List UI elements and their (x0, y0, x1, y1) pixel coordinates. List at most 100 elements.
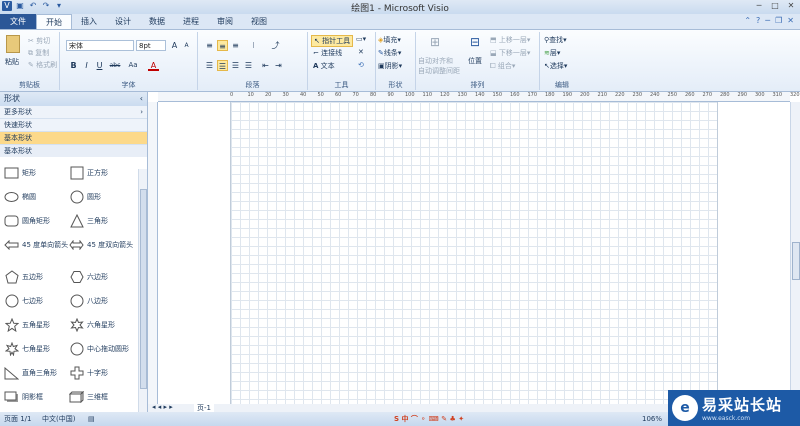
shapes-scrollbar[interactable] (138, 169, 147, 412)
align-left-icon[interactable]: ☰ (204, 60, 215, 71)
stencil-shape-item[interactable]: 圆角矩形 (4, 209, 69, 233)
find-button[interactable]: ⚲查找▾ (544, 35, 567, 45)
stencil-shape-item[interactable]: 矩形 (4, 161, 69, 185)
bold-button[interactable]: B (68, 60, 79, 71)
tab-process[interactable]: 进程 (174, 14, 208, 29)
select-button[interactable]: ↖选择▾ (544, 61, 567, 71)
stencil-shape-item[interactable]: 八边形 (69, 289, 134, 313)
align-center-icon[interactable]: ☰ (217, 60, 228, 71)
tab-review[interactable]: 审阅 (208, 14, 242, 29)
basic-shapes-row[interactable]: 基本形状 (0, 132, 147, 145)
stencil-shape-item[interactable]: 三维框 (69, 385, 134, 409)
square-icon (69, 166, 84, 180)
decrease-indent-icon[interactable]: ⇤ (260, 60, 271, 71)
font-group: 宋体 8pt A A B I U abc Aa A 字体 (60, 32, 198, 90)
bullets-icon[interactable]: ⁝ (248, 40, 259, 51)
bring-forward-button[interactable]: ⬒ 上移一层▾ (490, 35, 530, 45)
stencil-shape-item[interactable]: 五角星形 (4, 313, 69, 337)
text-tool-button[interactable]: A 文本 (313, 61, 335, 71)
stencil-shape-item[interactable]: 七边形 (4, 289, 69, 313)
stencil-shape-item[interactable]: 三角形 (69, 209, 134, 233)
paste-icon[interactable] (6, 35, 20, 53)
fill-button[interactable]: ◈填充▾ (378, 35, 401, 45)
strikethrough-button[interactable]: abc (107, 60, 123, 71)
format-painter-button[interactable]: ✎ 格式刷 (28, 60, 57, 70)
quick-shapes-row[interactable]: 快速形状 (0, 119, 147, 132)
line-button[interactable]: ✎线条▾ (378, 48, 401, 58)
ime-icon[interactable]: S 中 ⌒ ⚬ ⌨ ✎ ♣ ✦ (394, 412, 464, 426)
ruler-tick-label: 130 (457, 92, 468, 98)
pointer-tool-button[interactable]: ↖ 指针工具 (311, 35, 354, 47)
tab-design[interactable]: 设计 (106, 14, 140, 29)
macro-icon[interactable]: ▤ (88, 412, 95, 426)
tab-data[interactable]: 数据 (140, 14, 174, 29)
drawing-page[interactable] (230, 102, 718, 404)
stencil-shape-item[interactable]: 直角三角形 (4, 361, 69, 385)
collapse-pane-icon[interactable]: ‹ (140, 92, 143, 106)
stencil-shape-item[interactable]: 正方形 (69, 161, 134, 185)
stencil-shape-item[interactable]: 45 度双向箭头 (69, 233, 134, 257)
shrink-font-button[interactable]: A (181, 40, 192, 51)
tab-view[interactable]: 视图 (242, 14, 276, 29)
position-button[interactable]: 位置 (468, 56, 482, 66)
stencil-shape-item[interactable]: 六角星形 (69, 313, 134, 337)
grow-font-button[interactable]: A (169, 40, 180, 51)
rotate-text-icon[interactable]: ⤴ (270, 40, 281, 51)
window-close-icon[interactable]: ✕ (787, 16, 794, 25)
collapse-ribbon-icon[interactable]: ⌃ (744, 16, 751, 25)
watermark: e 易采站长站 www.easck.com (668, 390, 800, 426)
stencil-shape-item[interactable]: 六边形 (69, 265, 134, 289)
align-bottom-icon[interactable]: ≡ (230, 40, 241, 51)
maximize-icon[interactable]: □ (768, 0, 782, 11)
auto-space-label: 自动调整间距 (418, 67, 460, 75)
ruler-tick-label: 110 (422, 92, 433, 98)
align-right-icon[interactable]: ☰ (230, 60, 241, 71)
ruler-tick-label: 60 (335, 92, 342, 98)
align-middle-icon[interactable]: ≡ (217, 40, 228, 51)
connection-point-icon[interactable]: ⟲ (358, 61, 364, 69)
stencil-shape-item[interactable]: 中心拖动圆形 (69, 337, 134, 361)
close-connector-icon[interactable]: ✕ (358, 48, 364, 56)
tab-file[interactable]: 文件 (0, 14, 36, 29)
auto-align-button[interactable]: 自动对齐和 (418, 56, 453, 66)
stencil-shape-item[interactable]: 45 度单向箭头 (4, 233, 69, 257)
stencil-shape-item[interactable]: 十字形 (69, 361, 134, 385)
stencil-shape-item[interactable]: 阴影框 (4, 385, 69, 409)
increase-indent-icon[interactable]: ⇥ (273, 60, 284, 71)
stencil-shape-item[interactable]: 七角星形 (4, 337, 69, 361)
align-top-icon[interactable]: ≡ (204, 40, 215, 51)
underline-button[interactable]: U (94, 60, 105, 71)
send-backward-button[interactable]: ⬓ 下移一层▾ (490, 48, 530, 58)
close-icon[interactable]: ✕ (784, 0, 798, 11)
minimize-icon[interactable]: ─ (752, 0, 766, 11)
vertical-scrollbar[interactable] (790, 102, 800, 404)
font-family-select[interactable]: 宋体 (66, 40, 134, 51)
group-button[interactable]: ⧠ 组合▾ (490, 61, 515, 71)
tab-insert[interactable]: 插入 (72, 14, 106, 29)
window-restore-icon[interactable]: ❐ (775, 16, 782, 25)
change-case-button[interactable]: Aa (126, 60, 140, 71)
send-backward-icon: ⬓ (490, 49, 497, 57)
layers-button[interactable]: ≋层▾ (544, 48, 560, 58)
ruler-tick-label: 40 (300, 92, 307, 98)
stencil-shape-item[interactable]: 椭圆 (4, 185, 69, 209)
justify-icon[interactable]: ☰ (243, 60, 254, 71)
help-icon[interactable]: ? (756, 16, 760, 25)
page-nav-icons[interactable]: ◂ ◂ ▸ ▸ (152, 403, 173, 411)
shadow-button[interactable]: ▣阴影▾ (378, 61, 402, 71)
copy-button[interactable]: ⧉ 复制 (28, 48, 49, 58)
shapes-scroll-thumb[interactable] (140, 189, 147, 389)
window-minimize-icon[interactable]: ─ (765, 16, 770, 25)
font-size-select[interactable]: 8pt (136, 40, 166, 51)
stencil-shape-item[interactable]: 圆形 (69, 185, 134, 209)
more-shapes-row[interactable]: 更多形状 › (0, 106, 147, 119)
font-color-icon[interactable]: A (148, 60, 159, 71)
italic-button[interactable]: I (81, 60, 92, 71)
rectangle-tool-icon[interactable]: ▭▾ (356, 35, 366, 43)
cut-button[interactable]: ✂ 剪切 (28, 36, 50, 46)
vertical-scroll-thumb[interactable] (792, 242, 800, 280)
paste-button[interactable]: 粘贴 (5, 57, 19, 67)
stencil-shape-item[interactable]: 五边形 (4, 265, 69, 289)
tab-home[interactable]: 开始 (36, 14, 72, 29)
connector-button[interactable]: ⌐ 连接线 (313, 48, 342, 58)
